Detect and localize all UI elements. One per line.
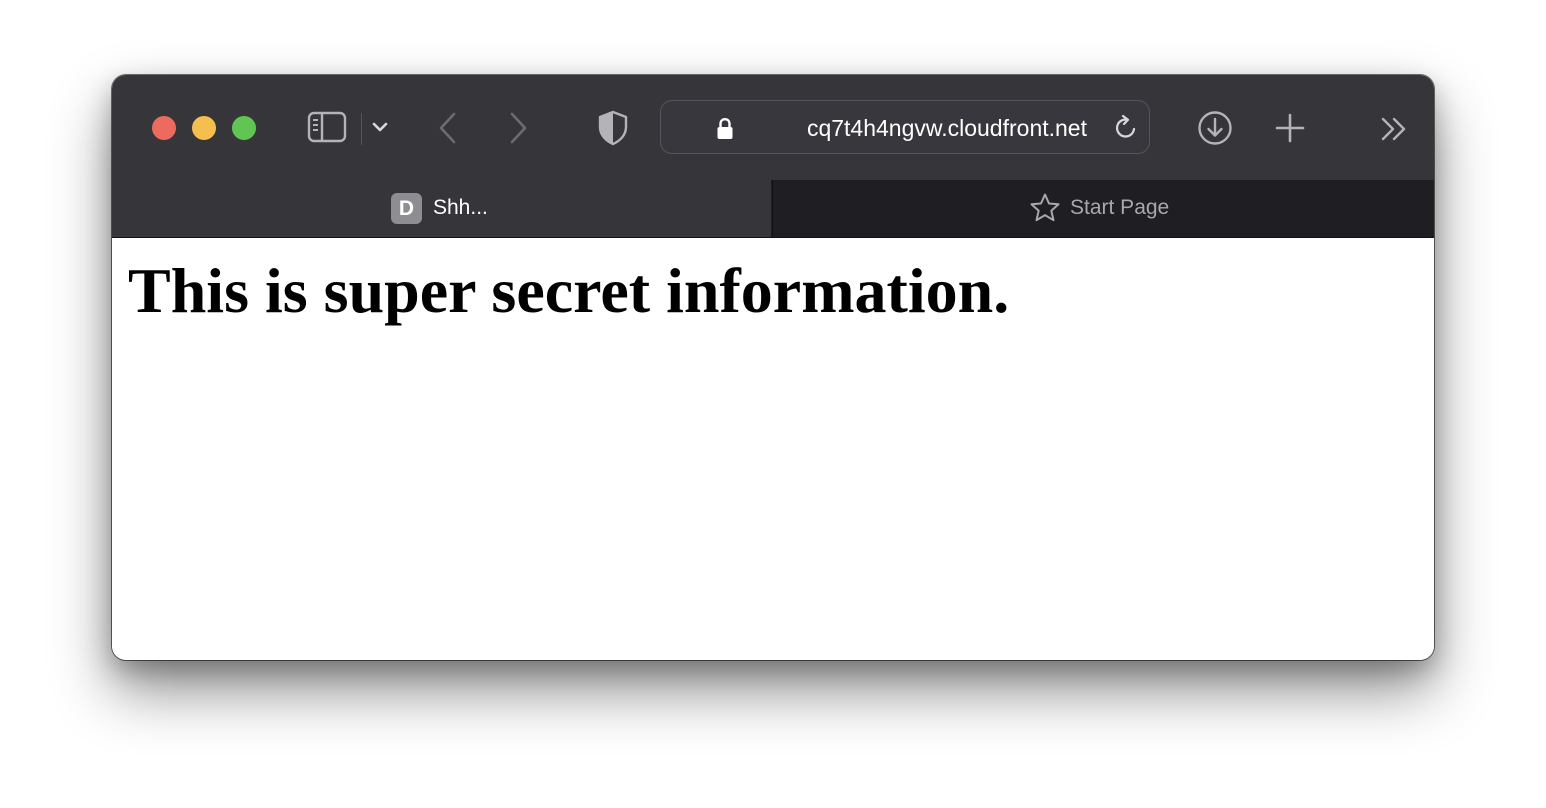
- page-heading: This is super secret information.: [128, 255, 1010, 326]
- star-icon: [1030, 193, 1060, 222]
- toolbar: cq7t4h4ngvw.cloudfront.net: [112, 75, 1434, 180]
- reload-icon[interactable]: [1113, 115, 1139, 141]
- url-text: cq7t4h4ngvw.cloudfront.net: [806, 115, 1087, 141]
- double-chevron-right-icon[interactable]: [1380, 115, 1410, 143]
- chevron-down-icon[interactable]: [371, 120, 389, 134]
- zoom-button[interactable]: [232, 116, 256, 140]
- sidebar-icon[interactable]: [307, 111, 347, 143]
- plus-icon[interactable]: [1274, 112, 1306, 144]
- browser-window: cq7t4h4ngvw.cloudfront.net D Shh... Star…: [112, 75, 1434, 660]
- tab-bar: D Shh... Start Page: [112, 180, 1434, 238]
- chevron-right-icon[interactable]: [506, 111, 530, 145]
- shield-icon[interactable]: [597, 110, 629, 146]
- tab-label: Shh...: [433, 196, 488, 219]
- favicon: D: [391, 193, 422, 224]
- lock-icon: [717, 117, 733, 139]
- toolbar-divider: [361, 113, 362, 145]
- download-icon[interactable]: [1197, 110, 1233, 146]
- page-content: This is super secret information.: [112, 238, 1434, 660]
- close-button[interactable]: [152, 116, 176, 140]
- address-bar[interactable]: cq7t4h4ngvw.cloudfront.net: [660, 100, 1150, 154]
- tab-shh[interactable]: D Shh...: [112, 180, 771, 237]
- chevron-left-icon[interactable]: [436, 111, 460, 145]
- tab-label: Start Page: [1070, 196, 1170, 219]
- minimize-button[interactable]: [192, 116, 216, 140]
- tab-start-page[interactable]: Start Page: [772, 180, 1434, 237]
